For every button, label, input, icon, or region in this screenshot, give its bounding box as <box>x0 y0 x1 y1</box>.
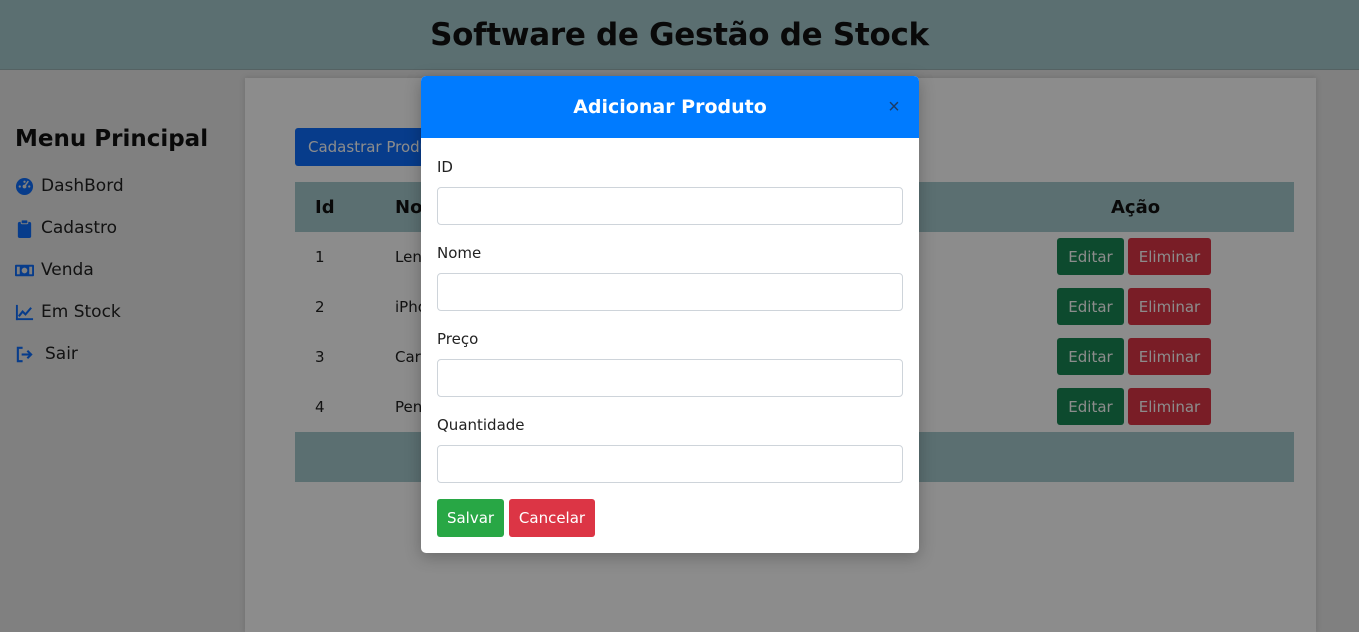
name-label: Nome <box>437 244 482 262</box>
id-input[interactable] <box>437 187 903 225</box>
quantity-input[interactable] <box>437 445 903 483</box>
add-product-modal: Adicionar Produto × ID Nome Preço Quanti… <box>421 76 919 553</box>
modal-title: Adicionar Produto <box>573 96 767 118</box>
save-button[interactable]: Salvar <box>437 499 504 537</box>
cancel-button[interactable]: Cancelar <box>509 499 595 537</box>
id-label: ID <box>437 158 453 176</box>
name-input[interactable] <box>437 273 903 311</box>
price-input[interactable] <box>437 359 903 397</box>
modal-header: Adicionar Produto × <box>421 76 919 138</box>
close-icon[interactable]: × <box>885 97 903 117</box>
quantity-label: Quantidade <box>437 416 525 434</box>
price-label: Preço <box>437 330 479 348</box>
